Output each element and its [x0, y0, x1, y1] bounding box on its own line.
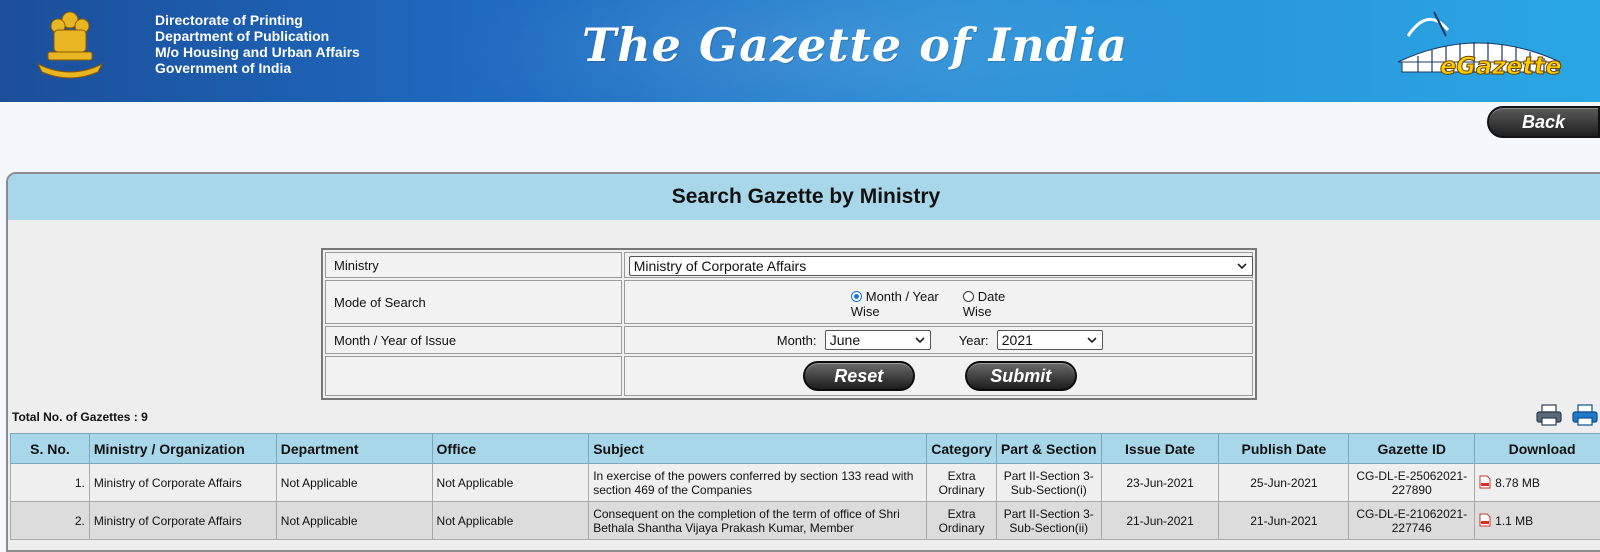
national-emblem-icon [32, 6, 108, 82]
col-header: Ministry / Organization [89, 434, 276, 464]
col-header: Subject [589, 434, 927, 464]
panel-title: Search Gazette by Ministry [8, 174, 1600, 220]
year-select-value: 2021 [1002, 332, 1033, 348]
total-gazettes: Total No. of Gazettes : 9 [12, 410, 148, 424]
issue-date-cell: 21-Jun-2021 [1101, 502, 1219, 540]
mode-label: Mode of Search [325, 280, 622, 324]
col-header: Part & Section [996, 434, 1101, 464]
dept-line: Directorate of Printing [155, 12, 360, 28]
chevron-down-icon [1086, 334, 1098, 346]
radio-label: Wise [963, 304, 1005, 319]
submit-button[interactable]: Submit [965, 361, 1077, 391]
issue-date-cell: 23-Jun-2021 [1101, 464, 1219, 502]
issue-label: Month / Year of Issue [325, 326, 622, 354]
month-select[interactable]: June [825, 330, 931, 350]
publish-date-cell: 25-Jun-2021 [1219, 464, 1349, 502]
category-cell: Extra Ordinary [927, 502, 997, 540]
part-section-cell: Part II-Section 3-Sub-Section(i) [996, 464, 1101, 502]
col-header: Category [927, 434, 997, 464]
department-cell: Not Applicable [276, 502, 432, 540]
sno-cell: 1. [11, 464, 90, 502]
buttons-cell: Reset Submit [624, 356, 1253, 396]
publish-date-cell: 21-Jun-2021 [1219, 502, 1349, 540]
site-header: Directorate of Printing Department of Pu… [0, 0, 1600, 102]
col-header: Publish Date [1219, 434, 1349, 464]
month-label: Month: [777, 333, 817, 348]
results-table: S. No. Ministry / Organization Departmen… [10, 433, 1600, 540]
radio-label: Date [978, 289, 1005, 304]
office-cell: Not Applicable [432, 464, 589, 502]
gazette-title: The Gazette of India [582, 18, 1128, 72]
table-row: 2. Ministry of Corporate Affairs Not App… [11, 502, 1600, 540]
table-row: 1. Ministry of Corporate Affairs Not App… [11, 464, 1600, 502]
radio-date[interactable]: Date Wise [963, 289, 1005, 319]
col-header: Department [276, 434, 432, 464]
mode-cell: Month / Year Wise Date Wise [624, 280, 1253, 324]
egazette-logo-text: eGazette [1440, 52, 1562, 80]
year-label: Year: [959, 333, 989, 348]
ministry-cell: Ministry of Corporate Affairs [89, 464, 276, 502]
download-cell[interactable]: 8.78 MB [1475, 464, 1600, 502]
chevron-down-icon [1236, 260, 1248, 272]
col-header: Download [1475, 434, 1600, 464]
dept-line: Government of India [155, 60, 360, 76]
ministry-label: Ministry [325, 252, 622, 278]
gazette-id-cell: CG-DL-E-25062021-227890 [1349, 464, 1475, 502]
month-select-value: June [830, 332, 860, 348]
subject-cell: Consequent on the completion of the term… [589, 502, 927, 540]
sno-cell: 2. [11, 502, 90, 540]
radio-dot-selected[interactable] [851, 291, 862, 302]
print-icon[interactable] [1536, 404, 1562, 426]
issue-cell: Month: June Year: 2021 [624, 326, 1253, 354]
col-header: Issue Date [1101, 434, 1219, 464]
category-cell: Extra Ordinary [927, 464, 997, 502]
table-header-row: S. No. Ministry / Organization Departmen… [11, 434, 1600, 464]
radio-dot[interactable] [963, 291, 974, 302]
ministry-cell: Ministry of Corporate Affairs [624, 252, 1253, 278]
col-header: Gazette ID [1349, 434, 1475, 464]
ministry-select[interactable]: Ministry of Corporate Affairs [629, 256, 1253, 276]
subject-cell: In exercise of the powers conferred by s… [589, 464, 927, 502]
search-form: Ministry Ministry of Corporate Affairs M… [321, 248, 1257, 400]
back-button[interactable]: Back [1487, 106, 1600, 138]
radio-month-year[interactable]: Month / Year Wise [851, 289, 939, 319]
print-icon[interactable] [1572, 404, 1598, 426]
gazette-id-cell: CG-DL-E-21062021-227746 [1349, 502, 1475, 540]
department-cell: Not Applicable [276, 464, 432, 502]
chevron-down-icon [914, 334, 926, 346]
radio-label: Month / Year [866, 289, 939, 304]
empty-label-cell [325, 356, 622, 396]
col-header: Office [432, 434, 589, 464]
radio-label: Wise [851, 304, 939, 319]
pdf-icon[interactable] [1479, 475, 1491, 489]
ministry-cell: Ministry of Corporate Affairs [89, 502, 276, 540]
ministry-select-value: Ministry of Corporate Affairs [634, 258, 806, 274]
year-select[interactable]: 2021 [997, 330, 1103, 350]
download-size[interactable]: 8.78 MB [1495, 476, 1540, 490]
part-section-cell: Part II-Section 3-Sub-Section(ii) [996, 502, 1101, 540]
dept-line: M/o Housing and Urban Affairs [155, 44, 360, 60]
download-cell[interactable]: 1.1 MB [1475, 502, 1600, 540]
office-cell: Not Applicable [432, 502, 589, 540]
dept-line: Department of Publication [155, 28, 360, 44]
col-header: S. No. [11, 434, 90, 464]
download-size[interactable]: 1.1 MB [1495, 514, 1533, 528]
department-block: Directorate of Printing Department of Pu… [155, 12, 360, 76]
reset-button[interactable]: Reset [803, 361, 915, 391]
pdf-icon[interactable] [1479, 513, 1491, 527]
